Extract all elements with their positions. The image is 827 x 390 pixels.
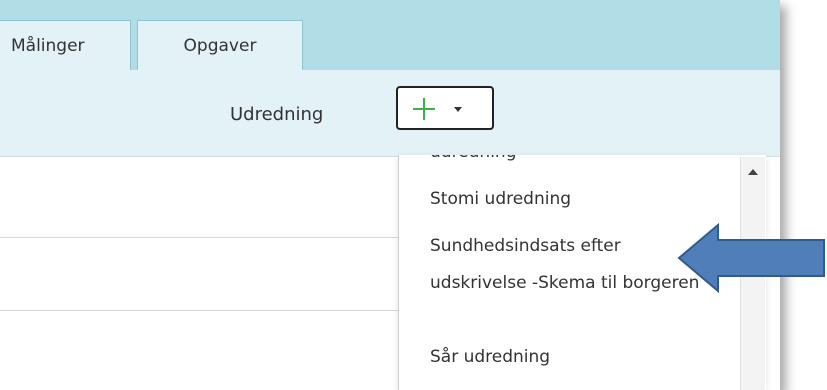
- tab-opgaver[interactable]: Opgaver: [137, 20, 303, 70]
- caret-down-icon: [454, 107, 462, 112]
- tab-bar: Målinger Opgaver: [0, 0, 780, 70]
- toolbar-label: Udredning: [230, 104, 324, 125]
- app-window: Målinger Opgaver Udredning udredning Sto…: [0, 0, 780, 390]
- scroll-up-icon[interactable]: [748, 169, 758, 175]
- pointer-arrow-icon: [677, 222, 825, 294]
- tab-label: Opgaver: [183, 36, 257, 56]
- menu-item[interactable]: Sår udredning: [430, 339, 550, 376]
- sub-toolbar: Udredning: [0, 70, 780, 157]
- tab-malinger[interactable]: Målinger: [0, 20, 131, 70]
- table-row-divider: [0, 310, 398, 311]
- plus-icon-stroke: [423, 98, 425, 120]
- table-row-divider: [0, 237, 398, 238]
- menu-item[interactable]: Sundhedsindsats efter udskrivelse -Skema…: [430, 228, 700, 302]
- menu-item[interactable]: Stomi udredning: [430, 181, 571, 218]
- add-dropdown-button[interactable]: [396, 86, 494, 130]
- tab-label: Målinger: [11, 36, 85, 56]
- menu-item[interactable]: udredning: [430, 155, 517, 171]
